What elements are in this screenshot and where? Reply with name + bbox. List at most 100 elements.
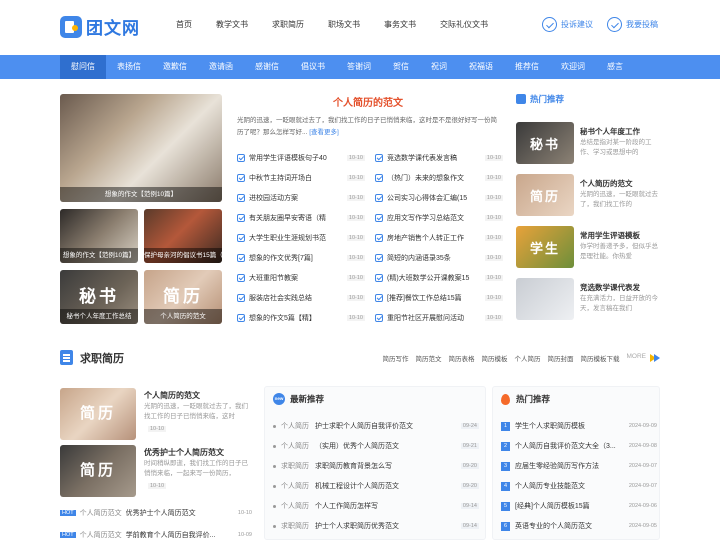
resume-thumb: 简历 [60, 388, 136, 440]
check-icon [375, 194, 383, 202]
article-link[interactable]: 想象的作文优秀[7篇] 10-10 [237, 252, 365, 264]
category-item[interactable]: 邀请函 [198, 55, 244, 79]
check-icon [237, 174, 245, 182]
hot-rank-row[interactable]: 1 学生个人求职简历模板 2024-09-09 [501, 420, 657, 432]
latest-row[interactable]: 个人简历 机械工程设计个人简历范文 09-20 [273, 480, 479, 492]
hot-recommend-item[interactable]: 学生 常用学生评语模板 你学时善递予多，但似乎总是理社能。你热爱 [516, 226, 660, 268]
check-icon [237, 194, 245, 202]
hot-rank-row[interactable]: 2 个人简历自我评价范文大全（3... 2024-09-08 [501, 440, 657, 452]
hot-recommend-title: 热门推荐 [516, 93, 564, 105]
article-link[interactable]: （热门）未来的想象作文 10-10 [375, 172, 503, 184]
hot-badge: HOT [60, 532, 76, 538]
article-link[interactable]: 房地产销售个人转正工作 10-10 [375, 232, 503, 244]
category-item[interactable]: 祝词 [420, 55, 458, 79]
nav-workplace[interactable]: 职场文书 [328, 19, 360, 30]
resume-featured-item[interactable]: 简历 个人简历的范文 光阴的迅速，一眨眼就过去了，我们找工作的日子已悄悄来临，这… [60, 388, 252, 440]
nav-home[interactable]: 首页 [176, 19, 192, 30]
latest-row[interactable]: 个人简历 （实用）优秀个人简历范文 09-21 [273, 440, 479, 452]
article-title[interactable]: 个人简历的范文 [237, 94, 499, 109]
category-item[interactable]: 推荐信 [504, 55, 550, 79]
latest-row[interactable]: 求职简历 求职简历教育背景怎么写 09-20 [273, 460, 479, 472]
category-item[interactable]: 欢迎词 [550, 55, 596, 79]
resume-item-title: 个人简历的范文 [144, 391, 200, 400]
resume-tag[interactable]: 简历范文 [416, 353, 442, 363]
hot-recommend-item[interactable]: 简历 个人简历的范文 光阴的迅速，一眨眼就过去了，我们找工作的 [516, 174, 660, 216]
latest-row[interactable]: 求职简历 护士个人求职简历优秀范文 09-14 [273, 520, 479, 532]
hot-recommend-title-text: 秘书个人年度工作 [580, 127, 640, 136]
more-link[interactable]: MORE [627, 353, 647, 363]
nav-resume[interactable]: 求职简历 [272, 19, 304, 30]
feature-thumb[interactable]: 想象的作文【范例10篇】 [60, 209, 138, 263]
submit-article-button[interactable]: 我要投稿 [607, 17, 658, 32]
feature-thumb-art: 简历 [163, 286, 203, 306]
article-link[interactable]: 中秋节主持词开场白 10-10 [237, 172, 365, 184]
resume-featured-item[interactable]: 简历 优秀护士个人简历范文 时间稍纵即逝，我们找工作的日子已悄悄来临，一起来写一… [60, 445, 252, 497]
hot-recommend-title-text: 常用学生评语模板 [580, 231, 640, 240]
category-item[interactable]: 祝福语 [458, 55, 504, 79]
article-link[interactable]: 服装店社会实践总结 10-10 [237, 292, 365, 304]
hot-recommend-item[interactable]: 竞选数学课代表发 在充满活力，日益开放的今天，发言稿在我们 [516, 278, 660, 320]
category-item[interactable]: 慰问信 [60, 55, 106, 79]
nav-affairs[interactable]: 事务文书 [384, 19, 416, 30]
hot-rank-row[interactable]: 3 应届生零经验简历写作方法 2024-09-07 [501, 460, 657, 472]
next-arrow-icon[interactable] [650, 353, 660, 363]
article-link[interactable]: 想象的作文5篇【精】 10-10 [237, 312, 365, 324]
resume-tag[interactable]: 简历封面 [548, 353, 574, 363]
latest-row[interactable]: 个人简历 护士求职个人简历自我评价范文 09-24 [273, 420, 479, 432]
check-icon [237, 314, 245, 322]
article-link[interactable]: 重阳节社区开展慰问活动 10-10 [375, 312, 503, 324]
nav-etiquette[interactable]: 交际礼仪文书 [440, 19, 488, 30]
hot-recommend-title-text: 竞选数学课代表发 [580, 283, 640, 292]
resume-tag[interactable]: 简历模板下载 [581, 353, 620, 363]
more-link[interactable]: [查看更多] [309, 129, 339, 136]
category-item[interactable]: 表扬信 [106, 55, 152, 79]
site-logo[interactable]: 团文网 [60, 14, 140, 39]
category-item[interactable]: 感谢信 [244, 55, 290, 79]
resume-hot-row[interactable]: HOT 个人简历范文 优秀护士个人简历范文 10-10 [60, 507, 252, 519]
article-link[interactable]: (精)大班数学公开课教案15 10-10 [375, 272, 503, 284]
article-link[interactable]: 公司实习心得体会汇编(15 10-10 [375, 192, 503, 204]
category-item[interactable]: 倡议书 [290, 55, 336, 79]
hot-rank-row[interactable]: 6 英语专业的个人简历范文 2024-09-05 [501, 520, 657, 532]
feature-thumb[interactable]: 保护母亲河的倡议书15篇（精 [144, 209, 222, 263]
resume-item-date: 10-10 [148, 483, 167, 489]
feedback-icon [542, 17, 557, 32]
category-item[interactable]: 答谢词 [336, 55, 382, 79]
hot-rank-row[interactable]: 4 个人简历专业技能范文 2024-09-07 [501, 480, 657, 492]
resume-tag[interactable]: 简历模板 [482, 353, 508, 363]
feature-thumb-caption: 想象的作文【范例10篇】 [60, 248, 138, 263]
hot-rank-panel: 热门推荐 1 学生个人求职简历模板 2024-09-09 2 个人简历自我评价范文大全… [492, 386, 660, 540]
resume-tag[interactable]: 简历写作 [383, 353, 409, 363]
feature-thumb[interactable]: 秘书 秘书个人年度工作总结 [60, 270, 138, 324]
resume-hot-row[interactable]: HOT 个人简历范文 学前教育个人简历自我评价... 10-09 [60, 529, 252, 540]
article-link[interactable]: 大班重阳节教案 10-10 [237, 272, 365, 284]
article-link[interactable]: 简短的内涵语录35条 10-10 [375, 252, 503, 264]
resume-tag[interactable]: 个人简历 [515, 353, 541, 363]
logo-icon [60, 15, 82, 38]
hot-recommend-thumb: 简历 [516, 174, 574, 216]
resume-tag[interactable]: 简历表格 [449, 353, 475, 363]
latest-row[interactable]: 个人简历 个人工作简历怎样写 09-14 [273, 500, 479, 512]
article-link[interactable]: 大学生职业生涯规划书范 10-10 [237, 232, 365, 244]
new-badge-icon: new [273, 393, 285, 405]
check-icon [237, 254, 245, 262]
category-item[interactable]: 邀歉信 [152, 55, 198, 79]
header-actions: 投诉建议 我要投稿 [528, 17, 658, 32]
article-link[interactable]: 竞选数学课代表发言稿 10-10 [375, 152, 503, 164]
complaint-button[interactable]: 投诉建议 [542, 17, 593, 32]
hot-rank-row[interactable]: 5 [经典]个人简历模板15篇 2024-09-06 [501, 500, 657, 512]
nav-teaching[interactable]: 教学文书 [216, 19, 248, 30]
hot-recommend-item[interactable]: 秘书 秘书个人年度工作 总结是指对某一阶段的工作、学习或思想中的 [516, 122, 660, 164]
article-link[interactable]: 进校园活动方案 10-10 [237, 192, 365, 204]
feature-thumb[interactable]: 简历 个人简历的范文 [144, 270, 222, 324]
article-link[interactable]: 应用文写作学习总结范文 10-10 [375, 212, 503, 224]
resume-tags: 简历写作 简历范文 简历表格 简历模板 个人简历 简历封面 简历模板下载 MOR… [376, 353, 647, 363]
article-link[interactable]: 有关朋友圈早安寄语（精 10-10 [237, 212, 365, 224]
category-item[interactable]: 贺信 [382, 55, 420, 79]
article-link[interactable]: [推荐]餐饮工作总结15篇 10-10 [375, 292, 503, 304]
featured-article: 个人简历的范文 光阴的迅速，一眨眼就过去了，我们找工作的日子已悄悄来临，这时是不… [237, 94, 499, 139]
feature-main-image[interactable]: 想象的作文【范例10篇】 [60, 94, 222, 202]
category-item[interactable]: 感言 [596, 55, 634, 79]
article-link[interactable]: 常用学生评语模板句子40 10-10 [237, 152, 365, 164]
resume-section-title[interactable]: 求职简历 [80, 350, 124, 366]
